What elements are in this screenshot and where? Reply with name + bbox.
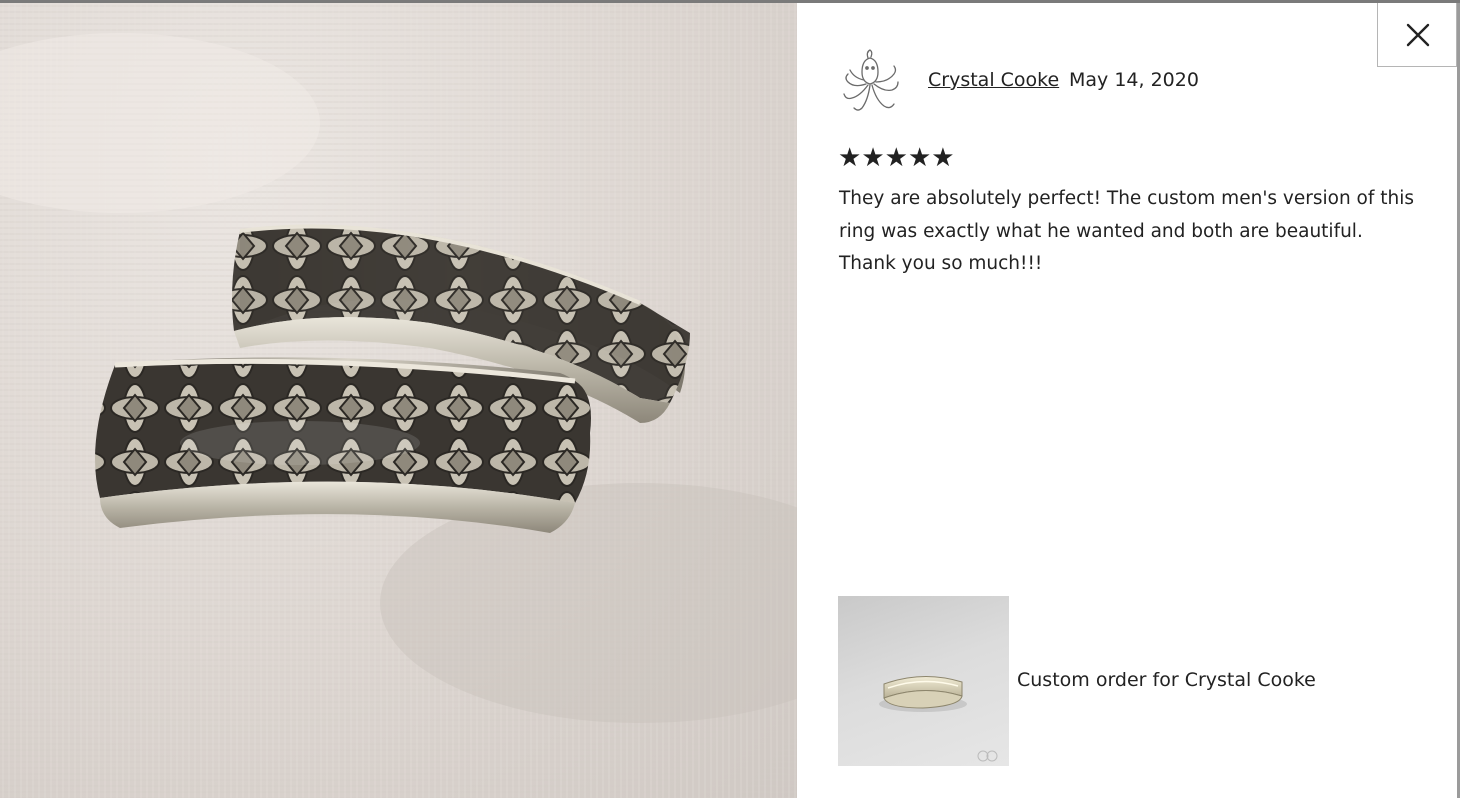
star-icon: ★ <box>838 143 862 173</box>
star-icon: ★ <box>907 143 932 173</box>
octopus-avatar-icon <box>843 49 899 111</box>
review-text: They are absolutely perfect! The custom … <box>839 188 1415 274</box>
star-rating: ★ ★ ★ ★ ★ <box>838 144 955 172</box>
reviewer-name-link[interactable]: Crystal Cooke <box>928 69 1059 91</box>
star-icon: ★ <box>931 143 955 173</box>
front-ring-graphic <box>95 357 591 533</box>
review-photo <box>0 3 797 798</box>
listing-thumbnail[interactable] <box>838 596 1009 766</box>
close-icon <box>1406 23 1430 47</box>
star-icon: ★ <box>861 143 885 173</box>
review-panel: Crystal Cooke May 14, 2020 ★ ★ ★ ★ ★ The… <box>797 3 1457 798</box>
review-date: May 14, 2020 <box>1069 69 1199 91</box>
close-button[interactable] <box>1377 3 1457 67</box>
star-icon: ★ <box>884 143 908 173</box>
listing-caption[interactable]: Custom order for Crystal Cooke <box>1017 669 1316 691</box>
ring-thumbnail-image <box>879 675 998 762</box>
